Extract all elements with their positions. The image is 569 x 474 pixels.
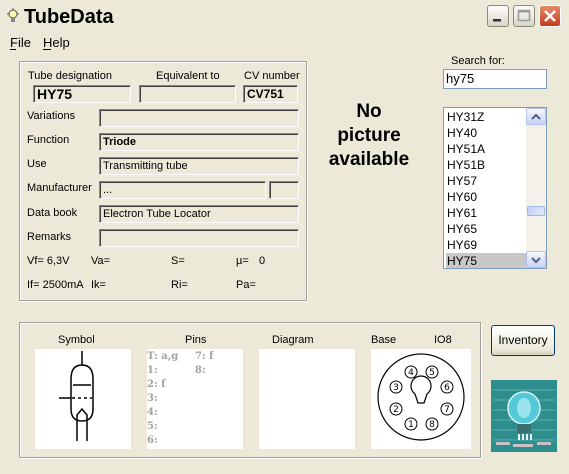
pin-4: 4:	[147, 407, 158, 418]
list-item[interactable]: HY69	[446, 237, 529, 253]
pin-6: 6:	[147, 435, 158, 446]
help-mnemonic-underline	[43, 49, 51, 50]
vf-value: Vf= 6,3V	[27, 255, 70, 267]
octal-base-icon: 1 2 3 4 5 6 7 8	[377, 353, 465, 441]
inventory-button[interactable]: Inventory	[491, 325, 555, 356]
mu-label: µ=	[236, 255, 249, 267]
use-field[interactable]: Transmitting tube	[99, 157, 299, 175]
base-pin-label: 8	[429, 420, 435, 430]
cv-label: CV number	[244, 70, 300, 82]
no-picture-message: No picture available	[326, 100, 412, 172]
list-item[interactable]: HY57	[446, 173, 529, 189]
menu-help[interactable]: Help	[43, 35, 70, 50]
designation-field[interactable]: HY75	[33, 85, 131, 103]
manufacturer-label: Manufacturer	[27, 182, 92, 194]
symbol-header: Symbol	[58, 334, 95, 346]
scroll-thumb[interactable]	[527, 206, 545, 216]
base-pin-label: 6	[444, 383, 450, 393]
base-pin-label: 1	[408, 420, 414, 430]
s-value: S=	[171, 255, 185, 267]
scroll-up-button[interactable]	[526, 108, 546, 125]
chevron-down-icon	[531, 257, 541, 264]
diagram-header: Diagram	[272, 334, 314, 346]
equivalent-label: Equivalent to	[156, 70, 220, 82]
list-scrollbar[interactable]	[526, 108, 546, 268]
chevron-up-icon	[531, 113, 541, 120]
close-icon	[544, 10, 556, 22]
list-item[interactable]: HY40	[446, 125, 529, 141]
diagram-box	[259, 349, 355, 449]
function-field[interactable]: Triode	[99, 133, 299, 151]
base-pin-label: 3	[393, 383, 399, 393]
menu-bar: File Help	[0, 34, 569, 52]
if-value: If= 2500mA	[27, 279, 84, 291]
equivalent-field[interactable]	[139, 85, 236, 103]
mu-value: 0	[259, 255, 266, 267]
file-mnemonic-underline	[10, 49, 16, 50]
pin-2: 2: f	[147, 379, 166, 390]
list-item[interactable]: HY60	[446, 189, 529, 205]
triode-symbol-icon	[59, 351, 94, 441]
list-item[interactable]: HY31Z	[446, 109, 529, 125]
ik-value: Ik=	[91, 279, 106, 291]
menu-file[interactable]: File	[10, 35, 31, 50]
maximize-button[interactable]	[513, 5, 535, 27]
base-header: Base	[371, 334, 397, 346]
base-pin-label: 4	[408, 368, 414, 378]
no-picture-line2: picture	[337, 125, 401, 146]
tube-logo-icon	[491, 380, 557, 452]
search-input[interactable]: hy75	[443, 69, 547, 89]
pin-1: 1:	[147, 365, 158, 376]
pin-top: T: a,g	[147, 351, 179, 362]
no-picture-line1: No	[356, 101, 382, 122]
pa-value: Pa=	[236, 279, 256, 291]
pin-3: 3:	[147, 393, 158, 404]
manufacturer-code-field[interactable]	[269, 181, 299, 199]
variations-label: Variations	[27, 110, 76, 122]
pin-8: 8:	[195, 365, 206, 376]
function-label: Function	[27, 134, 70, 146]
pin-7: 7: f	[195, 351, 214, 362]
close-button[interactable]	[539, 5, 561, 27]
va-value: Va=	[91, 255, 111, 267]
remarks-field[interactable]	[99, 229, 299, 247]
title-bar[interactable]: TubeData	[0, 0, 569, 34]
lightbulb-icon	[7, 8, 19, 22]
databook-label: Data book	[27, 207, 78, 219]
scroll-down-button[interactable]	[526, 251, 546, 268]
variations-field[interactable]	[99, 109, 299, 127]
list-item[interactable]: HY51A	[446, 141, 529, 157]
manufacturer-field[interactable]: ...	[99, 181, 266, 199]
search-label: Search for:	[451, 55, 505, 67]
ri-value: Ri=	[171, 279, 188, 291]
base-type: IO8	[434, 334, 452, 346]
cv-field[interactable]: CV751	[243, 85, 298, 103]
list-item[interactable]: HY51B	[446, 157, 529, 173]
minimize-button[interactable]	[487, 5, 509, 27]
pin-5: 5:	[147, 421, 158, 432]
no-picture-line3: available	[328, 149, 410, 170]
base-pin-label: 7	[444, 405, 450, 415]
minimize-icon	[493, 19, 501, 22]
app-logo[interactable]	[491, 380, 557, 452]
window-title: TubeData	[24, 6, 114, 28]
designation-label: Tube designation	[28, 70, 112, 82]
symbol-box	[35, 349, 131, 449]
pins-header: Pins	[185, 334, 207, 346]
databook-field[interactable]: Electron Tube Locator	[99, 205, 299, 223]
base-pin-label: 2	[393, 405, 399, 415]
list-item-selected[interactable]: HY75	[446, 253, 529, 268]
list-item[interactable]: HY61	[446, 205, 529, 221]
pins-box: T: a,g 7: f 1: 8: 2: f 3: 4: 5: 6:	[147, 349, 243, 449]
maximize-icon	[517, 9, 531, 22]
main-window: TubeData File Help Tube designation Equi…	[0, 0, 569, 474]
use-label: Use	[27, 158, 47, 170]
remarks-label: Remarks	[27, 231, 72, 243]
base-pin-label: 5	[429, 368, 435, 378]
base-box: 1 2 3 4 5 6 7 8	[371, 349, 471, 449]
list-item[interactable]: HY65	[446, 221, 529, 237]
